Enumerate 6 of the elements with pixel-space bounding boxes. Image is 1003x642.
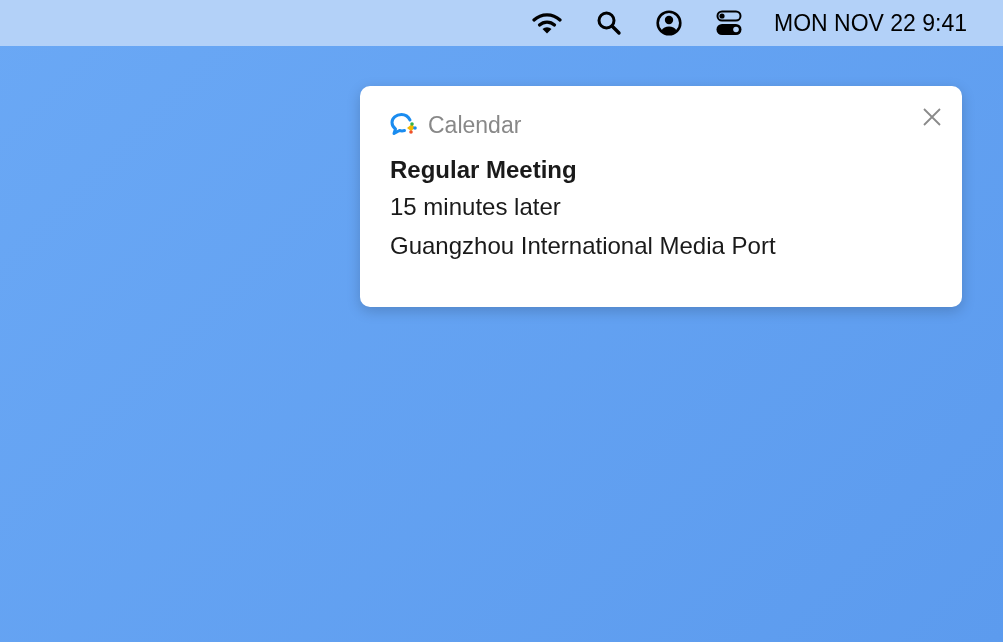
clock[interactable]: MON NOV 22 9:41 (773, 9, 967, 37)
notification-card[interactable]: Calendar Regular Meeting 15 minutes later Guangzhou International Media Port (360, 86, 962, 307)
event-title: Regular Meeting (390, 156, 578, 184)
event-time: 15 minutes later (390, 193, 562, 221)
app-name: Calendar (428, 111, 523, 139)
event-location: Guangzhou International Media Port (390, 232, 777, 260)
